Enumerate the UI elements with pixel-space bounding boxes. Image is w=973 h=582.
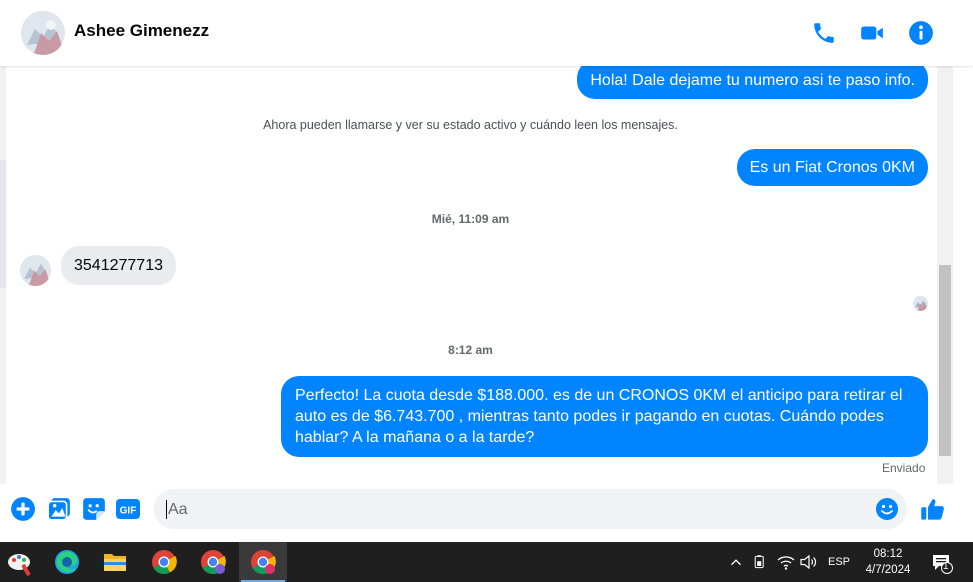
phone-icon[interactable] [811, 20, 837, 46]
system-clock[interactable]: 08:12 4/7/2024 [854, 546, 922, 578]
chevron-up-icon[interactable] [727, 552, 745, 572]
message-list: Hola! Dale dejame tu numero asi te paso … [0, 66, 937, 484]
outgoing-message: Hola! Dale dejame tu numero asi te paso … [577, 66, 928, 99]
message-timestamp: Mié, 11:09 am [431, 212, 510, 226]
sender-avatar[interactable] [20, 255, 51, 286]
notification-center-icon[interactable] [930, 551, 954, 575]
contact-avatar[interactable] [21, 11, 65, 55]
emoji-icon[interactable] [875, 497, 899, 521]
gif-icon[interactable]: GIF [115, 496, 141, 522]
input-language[interactable]: ESP [828, 556, 850, 568]
scrollbar-thumb[interactable] [939, 265, 951, 456]
plus-icon[interactable] [10, 496, 36, 522]
messenger-window: Ashee Gimenezz Hola! Dale dejame tu nume… [0, 0, 973, 542]
file-explorer-icon[interactable] [91, 542, 139, 582]
outgoing-message: Perfecto! La cuota desde $188.000. es de… [281, 376, 928, 457]
composer: GIF Aa [0, 484, 973, 542]
edge-icon[interactable] [43, 542, 91, 582]
gif-icon-label: GIF [120, 506, 137, 517]
clock-time: 08:12 [873, 548, 903, 560]
message-input[interactable]: Aa [154, 489, 907, 529]
message-timestamp: 8:12 am [448, 343, 493, 357]
outgoing-message: Es un Fiat Cronos 0KM [736, 149, 928, 186]
chrome-profile-icon[interactable] [189, 542, 237, 582]
like-icon[interactable] [919, 496, 946, 523]
message-input-placeholder[interactable]: Aa [166, 500, 188, 519]
info-icon[interactable] [908, 20, 934, 46]
paint-app-icon[interactable] [0, 542, 48, 582]
chrome-icon[interactable] [140, 542, 188, 582]
sticker-icon[interactable] [81, 496, 107, 522]
system-note: Ahora pueden llamarse y ver su estado ac… [263, 118, 678, 132]
wifi-icon[interactable] [776, 552, 796, 572]
read-receipt-avatar [913, 296, 928, 311]
incoming-message: 3541277713 [61, 246, 176, 285]
message-status: Enviado [882, 461, 926, 475]
gallery-icon[interactable] [46, 496, 72, 522]
clock-date: 4/7/2024 [865, 564, 911, 576]
chrome-profile-c-icon[interactable] [239, 542, 287, 582]
notification-count: 1 [943, 561, 949, 572]
video-camera-icon[interactable] [859, 20, 885, 46]
battery-icon[interactable] [752, 552, 768, 572]
chat-header: Ashee Gimenezz [0, 0, 973, 66]
windows-taskbar: ESP 08:12 4/7/2024 1 [0, 542, 973, 582]
volume-icon[interactable] [799, 552, 819, 572]
contact-name[interactable]: Ashee Gimenezz [74, 21, 209, 41]
